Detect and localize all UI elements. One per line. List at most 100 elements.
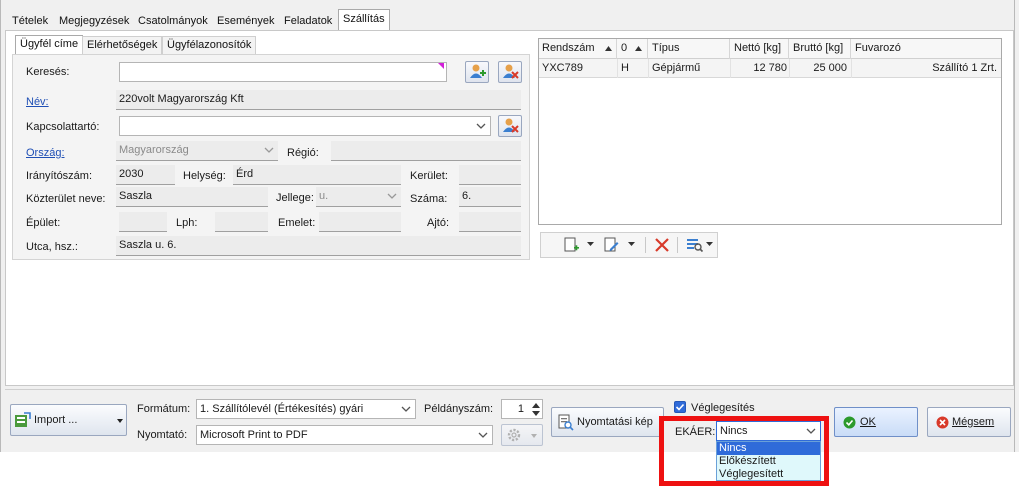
grid-search-icon[interactable] — [686, 237, 704, 253]
cancel-button-label: Mégsem — [952, 416, 995, 428]
tab-csatolmanyok[interactable]: Csatolmányok — [134, 12, 212, 32]
row-divider — [648, 59, 649, 78]
sort-asc-icon — [635, 46, 642, 51]
printer-label: Nyomtató: — [137, 429, 188, 441]
sort-asc-icon — [605, 46, 612, 51]
zip-label: Irányítószám: — [26, 170, 93, 182]
row-divider — [789, 59, 790, 78]
copies-label: Példányszám: — [424, 403, 494, 415]
cell-fuvarozo: Szállító 1 Zrt. — [932, 62, 997, 74]
col-header-fuvarozo[interactable]: Fuvarozó — [852, 39, 1001, 59]
toolbar-separator — [677, 237, 678, 253]
col-header-rendszam[interactable]: Rendszám — [539, 39, 617, 59]
edit-record-icon[interactable] — [603, 237, 619, 253]
remove-partner-button[interactable] — [498, 61, 522, 83]
zip-field[interactable]: 2030 — [116, 165, 175, 185]
ekaer-option-elokeszitett[interactable]: Előkészített — [717, 455, 820, 468]
col-header-zero[interactable]: 0 — [618, 39, 648, 59]
cancel-icon — [936, 416, 949, 429]
ekaer-label: EKÁER: — [675, 426, 716, 438]
stepper-up-icon[interactable] — [532, 403, 540, 408]
subtab-ugyfel-cime[interactable]: Ügyfél címe — [15, 35, 84, 55]
country-select[interactable]: Magyarország — [116, 141, 278, 161]
ok-button[interactable]: OK — [834, 407, 918, 437]
ok-button-label: OK — [860, 416, 876, 428]
tab-tetelek[interactable]: Tételek — [8, 12, 52, 32]
district-label: Kerület: — [410, 170, 448, 182]
subtab-ugyfelazonositok[interactable]: Ügyfélazonosítók — [162, 36, 257, 54]
cell-zero: H — [621, 62, 629, 74]
city-field[interactable]: Érd — [233, 165, 401, 185]
remove-contact-button[interactable] — [498, 115, 522, 137]
contact-select[interactable] — [119, 116, 491, 136]
cell-rendszam: YXC789 — [542, 62, 583, 74]
chevron-down-icon — [478, 432, 488, 438]
region-label: Régió: — [287, 147, 319, 159]
floor-label: Emelet: — [278, 217, 316, 229]
tab-megjegyzesek[interactable]: Megjegyzések — [55, 12, 133, 32]
user-remove-icon — [503, 118, 519, 133]
print-preview-label: Nyomtatási kép — [577, 416, 653, 428]
building-field[interactable] — [119, 212, 167, 232]
delete-icon[interactable] — [654, 237, 670, 253]
name-field[interactable]: 220volt Magyarország Kft — [116, 90, 521, 110]
add-partner-button[interactable] — [465, 61, 489, 83]
house-number-field[interactable]: 6. — [459, 187, 521, 207]
street-field[interactable]: Saszla — [116, 187, 268, 207]
street-type-select[interactable]: u. — [316, 187, 401, 207]
toolbar-separator — [645, 237, 646, 253]
full-address-field[interactable]: Saszla u. 6. — [116, 236, 521, 256]
ekaer-option-nincs[interactable]: Nincs — [717, 442, 820, 455]
floor-field[interactable] — [319, 212, 401, 232]
city-label: Helység: — [183, 170, 226, 182]
country-link-label[interactable]: Ország: — [26, 146, 65, 160]
printer-settings-button[interactable] — [501, 424, 543, 446]
tab-feladatok[interactable]: Feladatok — [280, 12, 336, 32]
chevron-down-icon[interactable] — [587, 242, 594, 247]
printer-select[interactable]: Microsoft Print to PDF — [196, 425, 493, 445]
search-input[interactable] — [119, 62, 447, 82]
finalize-label: Véglegesítés — [691, 402, 755, 414]
col-header-zero-label: 0 — [621, 42, 628, 54]
subtab-elerhetosegek[interactable]: Elérhetőségek — [82, 36, 163, 54]
search-label: Keresés: — [26, 66, 70, 78]
ok-check-icon — [843, 416, 856, 429]
tab-szallitas[interactable]: Szállítás — [338, 9, 390, 31]
chevron-down-icon[interactable] — [628, 242, 635, 247]
tab-esemenyek[interactable]: Események — [213, 12, 278, 32]
building-label: Épület: — [26, 217, 61, 229]
district-field[interactable] — [459, 165, 521, 185]
col-header-tipus[interactable]: Típus — [649, 39, 730, 59]
col-header-netto[interactable]: Nettó [kg] — [731, 39, 789, 59]
ekaer-select[interactable]: Nincs — [716, 421, 821, 441]
printer-select-value: Microsoft Print to PDF — [200, 429, 308, 441]
street-type-value: u. — [319, 190, 329, 202]
chevron-down-icon[interactable] — [706, 242, 713, 247]
new-record-icon[interactable] — [563, 237, 579, 253]
cancel-button[interactable]: Mégsem — [927, 407, 1011, 437]
door-field[interactable] — [459, 212, 521, 232]
col-header-rendszam-label: Rendszám — [542, 42, 595, 54]
row-divider — [851, 59, 852, 78]
print-preview-button[interactable]: Nyomtatási kép — [551, 407, 664, 437]
format-select[interactable]: 1. Szállítólevél (Értékesítés) gyári — [196, 399, 416, 419]
ekaer-option-veglegesitett[interactable]: Véglegesített — [717, 468, 820, 481]
stairs-field[interactable] — [215, 212, 268, 232]
user-remove-icon — [503, 64, 519, 79]
region-field[interactable] — [331, 141, 521, 161]
house-number-label: Száma: — [410, 193, 448, 205]
copies-stepper[interactable]: 1 — [501, 399, 543, 419]
ekaer-select-value: Nincs — [720, 425, 748, 437]
col-header-brutto[interactable]: Bruttó [kg] — [790, 39, 851, 59]
stepper-down-icon[interactable] — [532, 411, 540, 416]
import-button[interactable]: Import ... — [10, 404, 127, 436]
cell-brutto: 25 000 — [813, 62, 847, 74]
ekaer-dropdown-list: Nincs Előkészített Véglegesített — [716, 441, 821, 481]
cell-netto: 12 780 — [753, 62, 787, 74]
row-divider — [730, 59, 731, 78]
finalize-checkbox[interactable] — [674, 401, 686, 413]
chevron-down-icon — [401, 406, 411, 412]
name-link-label[interactable]: Név: — [26, 95, 49, 109]
chevron-down-icon — [806, 428, 816, 434]
format-label: Formátum: — [137, 403, 191, 415]
